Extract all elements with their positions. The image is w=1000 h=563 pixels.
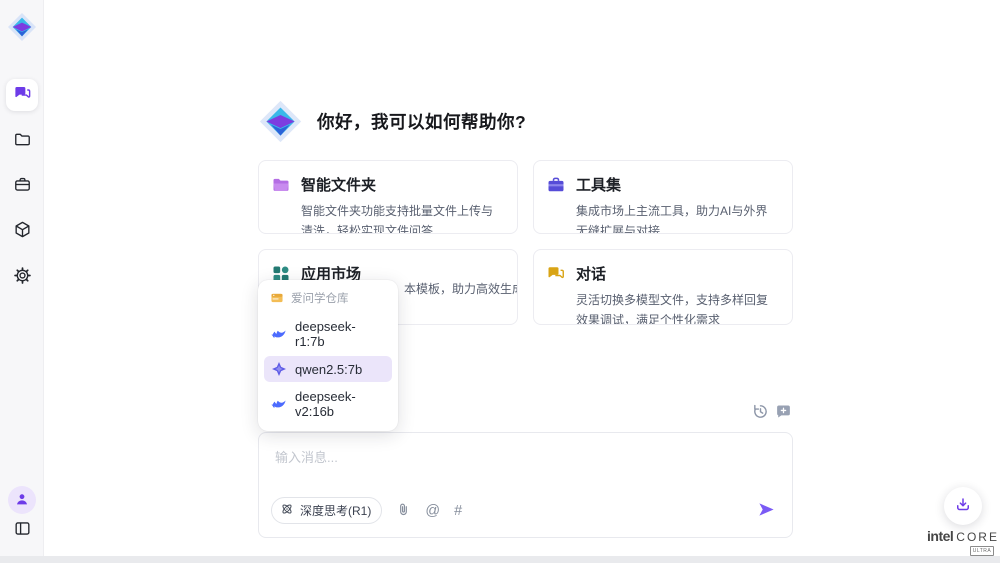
model-option-deepseek-r1[interactable]: deepseek-r1:7b: [264, 314, 392, 354]
window-bottom-edge: [0, 556, 1000, 563]
collapse-panel-button[interactable]: [6, 514, 38, 546]
card-title: 工具集: [576, 174, 621, 195]
toolkit-icon: [546, 175, 566, 195]
message-composer: 深度思考(R1) @ #: [258, 432, 793, 538]
card-conversation[interactable]: 对话 灵活切换多模型文件，支持多样回复效果调试，满足个性化需求: [533, 249, 793, 325]
card-description-partial: 本模板，助力高效生成多: [404, 280, 518, 297]
chat-icon: [13, 84, 32, 106]
user-avatar[interactable]: [8, 486, 36, 514]
card-title: 智能文件夹: [301, 174, 376, 195]
folder-icon: [13, 130, 32, 152]
deepseek-icon: [271, 326, 287, 342]
app-window: 你好，我可以如何帮助你? 智能文件夹 智能文件夹功能支持批量文件上传与清洗，轻松…: [0, 0, 1000, 563]
intel-core-ultra-logo: intel core ultra: [918, 528, 1000, 556]
card-smart-folder[interactable]: 智能文件夹 智能文件夹功能支持批量文件上传与清洗，轻松实现文件问答: [258, 160, 518, 234]
model-option-label: deepseek-v2:16b: [295, 389, 385, 419]
history-button[interactable]: [752, 404, 769, 421]
sidebar-item-toolbox[interactable]: [6, 170, 38, 202]
mention-button[interactable]: @: [425, 503, 440, 519]
app-logo-icon: [6, 11, 38, 43]
smart-folder-icon: [271, 175, 291, 195]
cube-icon: [13, 220, 32, 242]
model-option-qwen[interactable]: qwen2.5:7b: [264, 356, 392, 382]
greeting-header: 你好，我可以如何帮助你?: [258, 99, 526, 144]
attach-file-button[interactable]: [396, 502, 411, 520]
card-description: 灵活切换多模型文件，支持多样回复效果调试，满足个性化需求: [576, 291, 778, 325]
sidebar-item-models[interactable]: [6, 215, 38, 247]
assistant-logo-icon: [258, 99, 303, 144]
new-chat-icon: [775, 403, 792, 423]
hash-icon: #: [454, 503, 462, 519]
history-icon: [752, 403, 769, 423]
deepthink-atom-icon: [280, 502, 294, 519]
core-wordmark: core: [956, 530, 999, 544]
greeting-title: 你好，我可以如何帮助你?: [317, 109, 526, 134]
at-icon: @: [425, 503, 440, 519]
sidebar: [0, 0, 44, 563]
download-fab-button[interactable]: [944, 487, 982, 525]
sidebar-item-chat[interactable]: [6, 79, 38, 111]
card-description: 智能文件夹功能支持批量文件上传与清洗，轻松实现文件问答: [301, 202, 503, 234]
prompt-tags-button[interactable]: #: [454, 503, 462, 519]
composer-toolbar: 深度思考(R1) @ #: [271, 497, 776, 524]
intel-wordmark: intel: [927, 528, 953, 544]
send-button[interactable]: [756, 501, 776, 521]
sidebar-item-folders[interactable]: [6, 125, 38, 157]
panel-layout-icon: [13, 519, 32, 541]
card-title: 对话: [576, 263, 606, 284]
paperclip-icon: [396, 502, 411, 520]
model-group-label: 爱问学仓库: [291, 290, 349, 306]
deepthink-toggle-button[interactable]: 深度思考(R1): [271, 497, 382, 524]
model-option-label: deepseek-r1:7b: [295, 319, 385, 349]
new-chat-button[interactable]: [775, 404, 792, 421]
qwen-icon: [271, 361, 287, 377]
card-description: 集成市场上主流工具，助力AI与外界无缝扩展与对接: [576, 202, 778, 234]
model-option-deepseek-v2[interactable]: deepseek-v2:16b: [264, 384, 392, 424]
ultra-badge: ultra: [970, 546, 994, 556]
model-option-label: qwen2.5:7b: [295, 362, 362, 377]
repository-icon: [270, 291, 284, 305]
model-dropdown: 爱问学仓库 deepseek-r1:7b qwen2.5:7b: [258, 280, 398, 431]
send-icon: [757, 500, 776, 522]
model-group-header: 爱问学仓库: [264, 287, 392, 312]
card-toolkit[interactable]: 工具集 集成市场上主流工具，助力AI与外界无缝扩展与对接: [533, 160, 793, 234]
person-icon: [14, 491, 30, 510]
conversation-icon: [546, 264, 566, 284]
download-icon: [954, 496, 972, 517]
deepseek-icon: [271, 396, 287, 412]
sidebar-item-settings[interactable]: [6, 261, 38, 293]
deepthink-label: 深度思考(R1): [300, 502, 371, 519]
message-input[interactable]: [259, 433, 792, 491]
briefcase-icon: [13, 175, 32, 197]
gear-icon: [13, 266, 32, 288]
